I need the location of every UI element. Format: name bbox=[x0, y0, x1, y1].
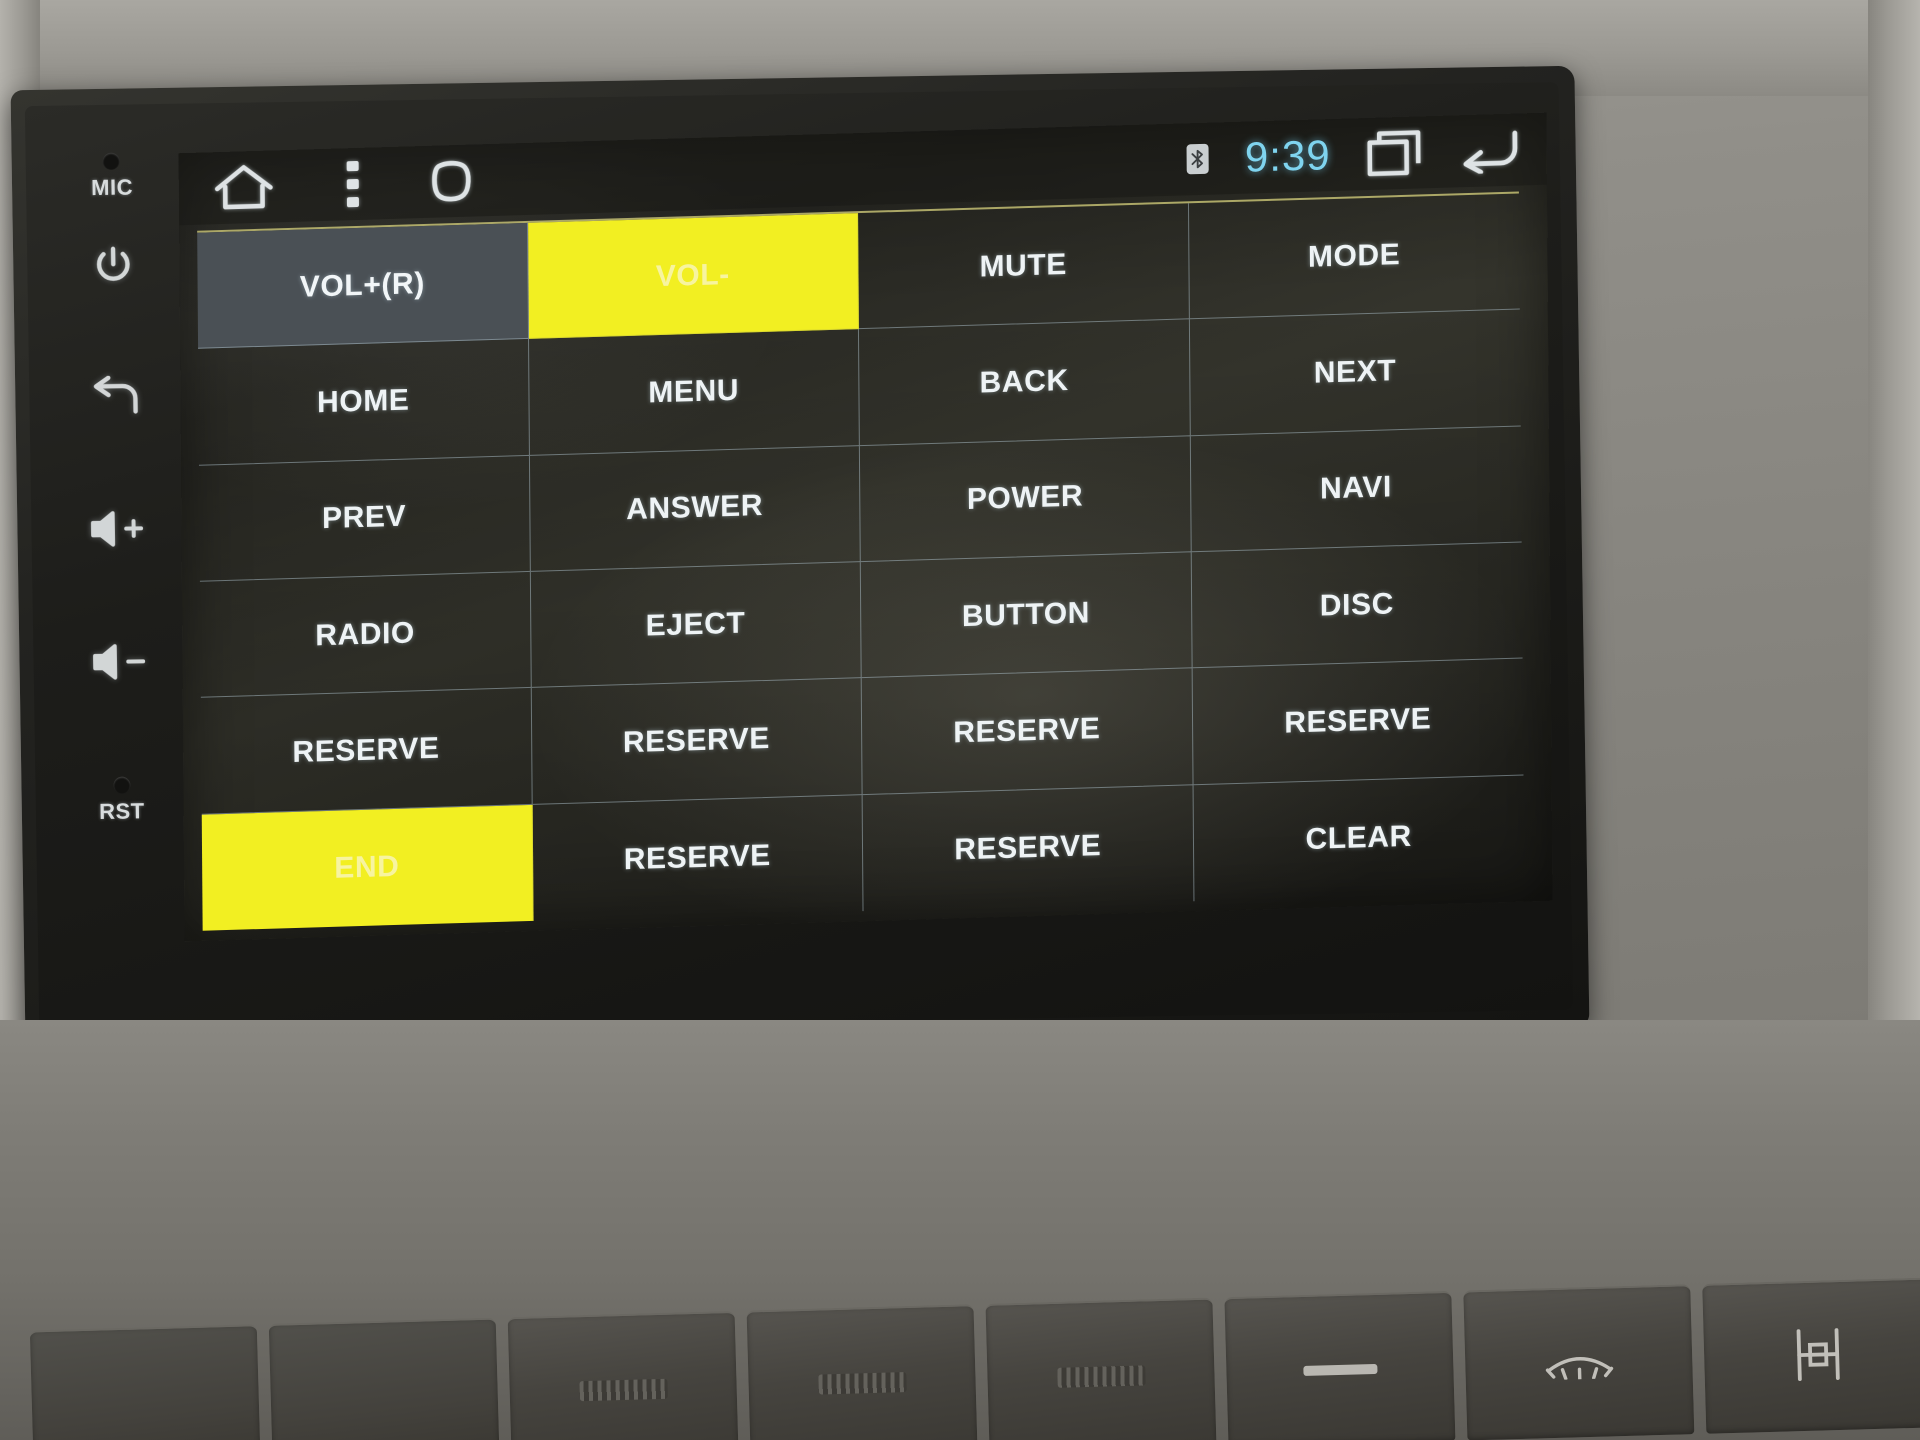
head-unit-face: MIC RST 9:39 VOL+(R) VOL- MUTE MODE HOME… bbox=[24, 82, 1574, 1035]
rounded-square-icon[interactable] bbox=[431, 159, 473, 204]
grille-icon bbox=[1056, 1365, 1146, 1388]
switch-blank-2[interactable] bbox=[268, 1317, 500, 1440]
status-bar-clock: 9:39 bbox=[1244, 131, 1331, 181]
hardware-key-reset[interactable]: RST bbox=[99, 776, 145, 825]
key-cell-prev[interactable]: PREV bbox=[199, 455, 531, 582]
hardware-key-volume-up[interactable] bbox=[88, 508, 147, 554]
switch-blank-1[interactable] bbox=[29, 1324, 261, 1440]
key-cell-label: DISC bbox=[1319, 586, 1395, 623]
key-cell-button[interactable]: BUTTON bbox=[860, 552, 1193, 679]
key-cell-reserve[interactable]: RESERVE bbox=[200, 688, 533, 815]
key-cell-eject[interactable]: EJECT bbox=[530, 562, 862, 689]
key-cell-navi[interactable]: NAVI bbox=[1190, 426, 1522, 553]
back-arrow-icon bbox=[89, 375, 142, 423]
switch-rear-wiper[interactable] bbox=[1463, 1284, 1695, 1440]
key-cell-label: EJECT bbox=[645, 606, 746, 643]
defrost-stripe-icon bbox=[1302, 1363, 1378, 1376]
speaker-plus-icon bbox=[88, 508, 147, 554]
key-cell-label: VOL+(R) bbox=[299, 266, 425, 304]
hardware-key-reset-label: RST bbox=[98, 798, 145, 825]
key-cell-label: NEXT bbox=[1313, 354, 1397, 390]
nav-bar-left-group bbox=[179, 157, 473, 214]
hardware-key-mic[interactable]: MIC bbox=[91, 152, 134, 201]
key-cell-reserve[interactable]: RESERVE bbox=[531, 678, 863, 805]
key-cell-mute[interactable]: MUTE bbox=[858, 203, 1190, 330]
bluetooth-icon bbox=[1186, 143, 1209, 175]
hardware-key-volume-down[interactable] bbox=[90, 641, 149, 687]
hardware-key-mic-label: MIC bbox=[90, 174, 134, 201]
key-cell-label: RESERVE bbox=[292, 731, 440, 770]
key-cell-disc[interactable]: DISC bbox=[1191, 542, 1523, 669]
eyelash-wiper-icon bbox=[1542, 1342, 1615, 1385]
head-unit-bezel: MIC RST 9:39 VOL+(R) VOL- MUTE MODE HOME… bbox=[10, 65, 1590, 1053]
key-cell-label: HOME bbox=[316, 383, 410, 420]
key-cell-vol-r[interactable]: VOL+(R) bbox=[197, 222, 529, 350]
overflow-menu-icon[interactable] bbox=[346, 160, 359, 208]
grille-icon bbox=[817, 1372, 907, 1395]
lower-dashboard-panel bbox=[0, 1020, 1920, 1440]
hardware-key-back[interactable] bbox=[89, 375, 142, 423]
key-cell-vol[interactable]: VOL- bbox=[527, 213, 859, 340]
key-cell-clear[interactable]: CLEAR bbox=[1193, 775, 1524, 901]
key-cell-label: RADIO bbox=[315, 616, 416, 652]
key-cell-mode[interactable]: MODE bbox=[1188, 193, 1520, 320]
key-cell-label: VOL- bbox=[655, 257, 730, 293]
speaker-minus-icon bbox=[90, 641, 149, 687]
key-cell-label: RESERVE bbox=[623, 838, 771, 877]
key-cell-label: RESERVE bbox=[954, 828, 1102, 867]
key-cell-radio[interactable]: RADIO bbox=[199, 571, 532, 699]
switch-grille-2[interactable] bbox=[746, 1304, 978, 1440]
key-cell-back[interactable]: BACK bbox=[858, 319, 1191, 446]
hardware-key-column: MIC RST bbox=[56, 152, 180, 944]
key-cell-answer[interactable]: ANSWER bbox=[529, 445, 861, 572]
switch-grille-3[interactable] bbox=[985, 1297, 1217, 1440]
key-cell-label: RESERVE bbox=[1284, 702, 1432, 740]
key-cell-label: CLEAR bbox=[1305, 819, 1413, 856]
vehicle-dashboard: MIC RST 9:39 VOL+(R) VOL- MUTE MODE HOME… bbox=[0, 0, 1920, 1440]
touchscreen-display[interactable]: 9:39 VOL+(R) VOL- MUTE MODE HOME MENU BA… bbox=[178, 112, 1553, 942]
switch-diff-lock[interactable] bbox=[1702, 1277, 1920, 1434]
switch-grille-1[interactable] bbox=[507, 1310, 739, 1440]
steering-wheel-key-assign-grid[interactable]: VOL+(R) VOL- MUTE MODE HOME MENU BACK NEXT PREV A… bbox=[197, 191, 1525, 931]
switch-rear-defrost[interactable] bbox=[1224, 1290, 1456, 1440]
back-arrow-icon[interactable] bbox=[1460, 126, 1520, 175]
key-cell-label: RESERVE bbox=[622, 721, 771, 760]
home-icon[interactable] bbox=[213, 162, 275, 212]
microphone-hole-icon bbox=[103, 152, 121, 170]
key-cell-power[interactable]: POWER bbox=[859, 435, 1192, 563]
key-cell-end[interactable]: END bbox=[201, 804, 534, 931]
key-cell-reserve[interactable]: RESERVE bbox=[862, 784, 1194, 912]
key-cell-label: MODE bbox=[1307, 237, 1401, 274]
key-cell-label: BUTTON bbox=[961, 595, 1091, 633]
power-icon bbox=[90, 242, 137, 294]
key-cell-label: END bbox=[334, 849, 400, 885]
key-cell-reserve[interactable]: RESERVE bbox=[532, 794, 864, 921]
hardware-key-power[interactable] bbox=[90, 242, 137, 294]
key-cell-label: ANSWER bbox=[626, 489, 764, 527]
physical-switch-row bbox=[27, 1168, 1920, 1440]
key-cell-label: PREV bbox=[321, 499, 407, 536]
grille-icon bbox=[578, 1378, 668, 1402]
key-cell-menu[interactable]: MENU bbox=[528, 329, 860, 456]
key-cell-label: RESERVE bbox=[953, 712, 1101, 750]
key-cell-label: NAVI bbox=[1319, 470, 1393, 506]
key-cell-next[interactable]: NEXT bbox=[1189, 309, 1521, 436]
key-cell-label: BACK bbox=[979, 363, 1069, 400]
nav-bar-right-group: 9:39 bbox=[1186, 125, 1547, 184]
recents-icon[interactable] bbox=[1366, 128, 1424, 178]
reset-pinhole-icon bbox=[112, 776, 131, 794]
key-cell-reserve[interactable]: RESERVE bbox=[1192, 658, 1524, 785]
key-cell-label: MUTE bbox=[979, 247, 1068, 284]
key-cell-home[interactable]: HOME bbox=[198, 339, 530, 466]
key-cell-label: POWER bbox=[966, 479, 1084, 517]
key-cell-label: MENU bbox=[648, 373, 740, 410]
axle-diff-lock-icon bbox=[1790, 1325, 1846, 1387]
key-cell-reserve[interactable]: RESERVE bbox=[861, 668, 1194, 795]
